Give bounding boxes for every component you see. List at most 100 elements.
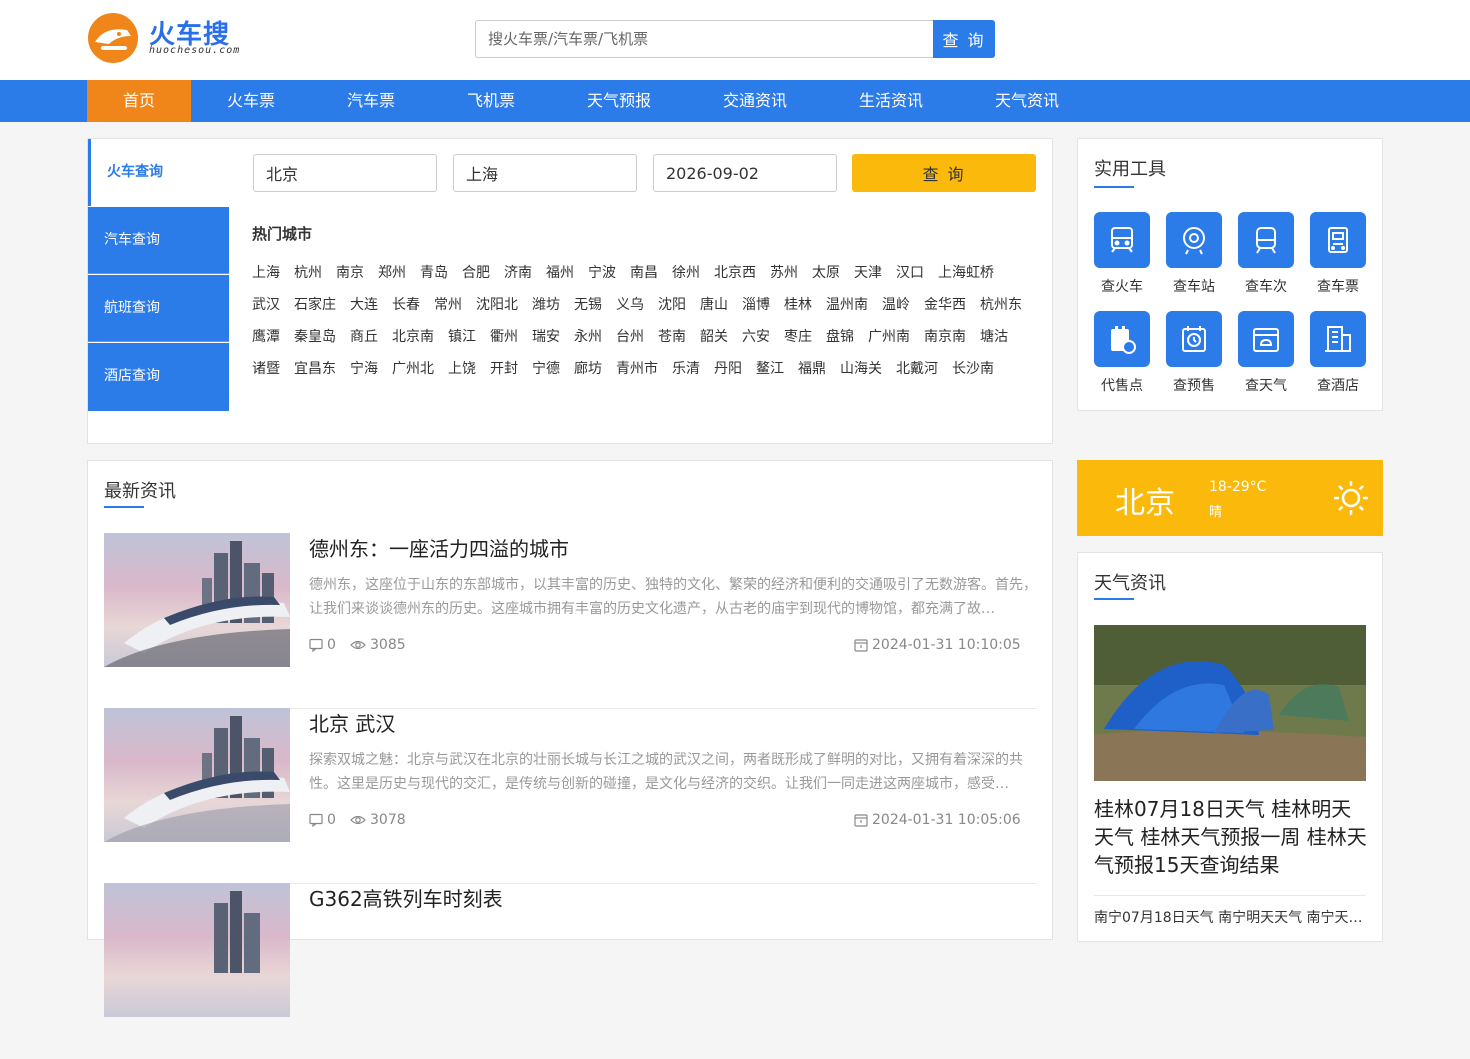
tool-weather[interactable]: 查天气	[1238, 311, 1294, 395]
hot-city-link[interactable]: 丹阳	[714, 353, 742, 385]
hot-city-link[interactable]: 塘沽	[980, 321, 1008, 353]
hot-city-link[interactable]: 温岭	[882, 289, 910, 321]
tab-bus-query[interactable]: 汽车查询	[88, 207, 229, 274]
nav-item-home[interactable]: 首页	[87, 80, 191, 122]
hot-city-link[interactable]: 太原	[812, 257, 840, 289]
hot-city-link[interactable]: 鳌江	[756, 353, 784, 385]
hot-city-link[interactable]: 广州北	[392, 353, 434, 385]
hot-city-link[interactable]: 福州	[546, 257, 574, 289]
hot-city-link[interactable]: 唐山	[700, 289, 728, 321]
hot-city-link[interactable]: 山海关	[840, 353, 882, 385]
nav-item-life-news[interactable]: 生活资讯	[823, 80, 959, 122]
hot-city-link[interactable]: 济南	[504, 257, 532, 289]
hot-city-link[interactable]: 义乌	[616, 289, 644, 321]
hot-city-link[interactable]: 无锡	[574, 289, 602, 321]
news-title[interactable]: 北京 武汉	[309, 708, 395, 737]
hot-city-link[interactable]: 北京南	[392, 321, 434, 353]
weather-news-headline[interactable]: 桂林07月18日天气 桂林明天天气 桂林天气预报一周 桂林天气预报15天查询结果	[1094, 795, 1370, 879]
tool-hotel[interactable]: 查酒店	[1310, 311, 1366, 395]
hot-city-link[interactable]: 广州南	[868, 321, 910, 353]
nav-item-traffic-news[interactable]: 交通资讯	[687, 80, 823, 122]
tab-train-query[interactable]: 火车查询	[88, 139, 229, 206]
hot-city-link[interactable]: 永州	[574, 321, 602, 353]
news-title[interactable]: G362高铁列车时刻表	[309, 883, 503, 912]
hot-city-link[interactable]: 武汉	[252, 289, 280, 321]
hot-city-link[interactable]: 长春	[392, 289, 420, 321]
hot-city-link[interactable]: 金华西	[924, 289, 966, 321]
hot-city-link[interactable]: 青岛	[420, 257, 448, 289]
news-thumbnail[interactable]	[104, 533, 290, 667]
hot-city-link[interactable]: 淄博	[742, 289, 770, 321]
hot-city-link[interactable]: 衢州	[490, 321, 518, 353]
hot-city-link[interactable]: 苍南	[658, 321, 686, 353]
nav-item-bus-tickets[interactable]: 汽车票	[311, 80, 431, 122]
hot-city-link[interactable]: 上海	[252, 257, 280, 289]
hot-city-link[interactable]: 常州	[434, 289, 462, 321]
weather-news-subitem[interactable]: 南宁07月18日天气 南宁明天天气 南宁天…	[1094, 907, 1366, 927]
hot-city-link[interactable]: 合肥	[462, 257, 490, 289]
from-station-input[interactable]	[253, 154, 437, 192]
weather-news-image[interactable]	[1094, 625, 1366, 781]
hot-city-link[interactable]: 青州市	[616, 353, 658, 385]
hot-city-link[interactable]: 沈阳	[658, 289, 686, 321]
hot-city-link[interactable]: 南京	[336, 257, 364, 289]
hot-city-link[interactable]: 台州	[616, 321, 644, 353]
hot-city-link[interactable]: 天津	[854, 257, 882, 289]
hot-city-link[interactable]: 福鼎	[798, 353, 826, 385]
tool-presale[interactable]: 查预售	[1166, 311, 1222, 395]
hot-city-link[interactable]: 枣庄	[784, 321, 812, 353]
hot-city-link[interactable]: 苏州	[770, 257, 798, 289]
hot-city-link[interactable]: 乐清	[672, 353, 700, 385]
hot-city-link[interactable]: 南昌	[630, 257, 658, 289]
news-item[interactable]: 德州东：一座活力四溢的城市 德州东，这座位于山东的东部城市，以其丰富的历史、独特…	[104, 533, 1037, 709]
hot-city-link[interactable]: 上饶	[448, 353, 476, 385]
news-thumbnail[interactable]	[104, 708, 290, 842]
hot-city-link[interactable]: 宁德	[532, 353, 560, 385]
hot-city-link[interactable]: 石家庄	[294, 289, 336, 321]
hot-city-link[interactable]: 廊坊	[574, 353, 602, 385]
nav-item-flight-tickets[interactable]: 飞机票	[431, 80, 551, 122]
hot-city-link[interactable]: 商丘	[350, 321, 378, 353]
nav-item-weather-news[interactable]: 天气资讯	[959, 80, 1095, 122]
tool-station[interactable]: 查车站	[1166, 212, 1222, 296]
date-input[interactable]	[653, 154, 837, 192]
hot-city-link[interactable]: 桂林	[784, 289, 812, 321]
hot-city-link[interactable]: 秦皇岛	[294, 321, 336, 353]
tool-train-number[interactable]: 查车次	[1238, 212, 1294, 296]
hot-city-link[interactable]: 温州南	[826, 289, 868, 321]
site-search-input[interactable]	[475, 20, 933, 58]
hot-city-link[interactable]: 北京西	[714, 257, 756, 289]
weather-widget[interactable]: 北京 18-29°C 晴	[1077, 460, 1383, 536]
site-search-button[interactable]: 查 询	[933, 20, 995, 58]
news-title[interactable]: 德州东：一座活力四溢的城市	[309, 533, 569, 562]
hot-city-link[interactable]: 郑州	[378, 257, 406, 289]
hot-city-link[interactable]: 镇江	[448, 321, 476, 353]
hot-city-link[interactable]: 长沙南	[952, 353, 994, 385]
hot-city-link[interactable]: 宁海	[350, 353, 378, 385]
nav-item-train-tickets[interactable]: 火车票	[191, 80, 311, 122]
hot-city-link[interactable]: 杭州	[294, 257, 322, 289]
tab-hotel-query[interactable]: 酒店查询	[88, 343, 229, 411]
hot-city-link[interactable]: 开封	[490, 353, 518, 385]
hot-city-link[interactable]: 韶关	[700, 321, 728, 353]
query-submit-button[interactable]: 查 询	[852, 154, 1036, 192]
hot-city-link[interactable]: 北戴河	[896, 353, 938, 385]
hot-city-link[interactable]: 宜昌东	[294, 353, 336, 385]
nav-item-weather-forecast[interactable]: 天气预报	[551, 80, 687, 122]
news-item[interactable]: G362高铁列车时刻表	[104, 883, 1036, 1059]
hot-city-link[interactable]: 六安	[742, 321, 770, 353]
hot-city-link[interactable]: 徐州	[672, 257, 700, 289]
hot-city-link[interactable]: 盘锦	[826, 321, 854, 353]
hot-city-link[interactable]: 汉口	[896, 257, 924, 289]
hot-city-link[interactable]: 沈阳北	[476, 289, 518, 321]
hot-city-link[interactable]: 南京南	[924, 321, 966, 353]
tool-ticket[interactable]: 查车票	[1310, 212, 1366, 296]
hot-city-link[interactable]: 鹰潭	[252, 321, 280, 353]
news-item[interactable]: 北京 武汉 探索双城之魅：北京与武汉在北京的壮丽长城与长江之城的武汉之间，两者既…	[104, 708, 1036, 884]
site-logo[interactable]: 火车搜 huochesou.com	[87, 12, 247, 64]
hot-city-link[interactable]: 上海虹桥	[938, 257, 994, 289]
hot-city-link[interactable]: 宁波	[588, 257, 616, 289]
hot-city-link[interactable]: 大连	[350, 289, 378, 321]
news-thumbnail[interactable]	[104, 883, 290, 1017]
hot-city-link[interactable]: 诸暨	[252, 353, 280, 385]
